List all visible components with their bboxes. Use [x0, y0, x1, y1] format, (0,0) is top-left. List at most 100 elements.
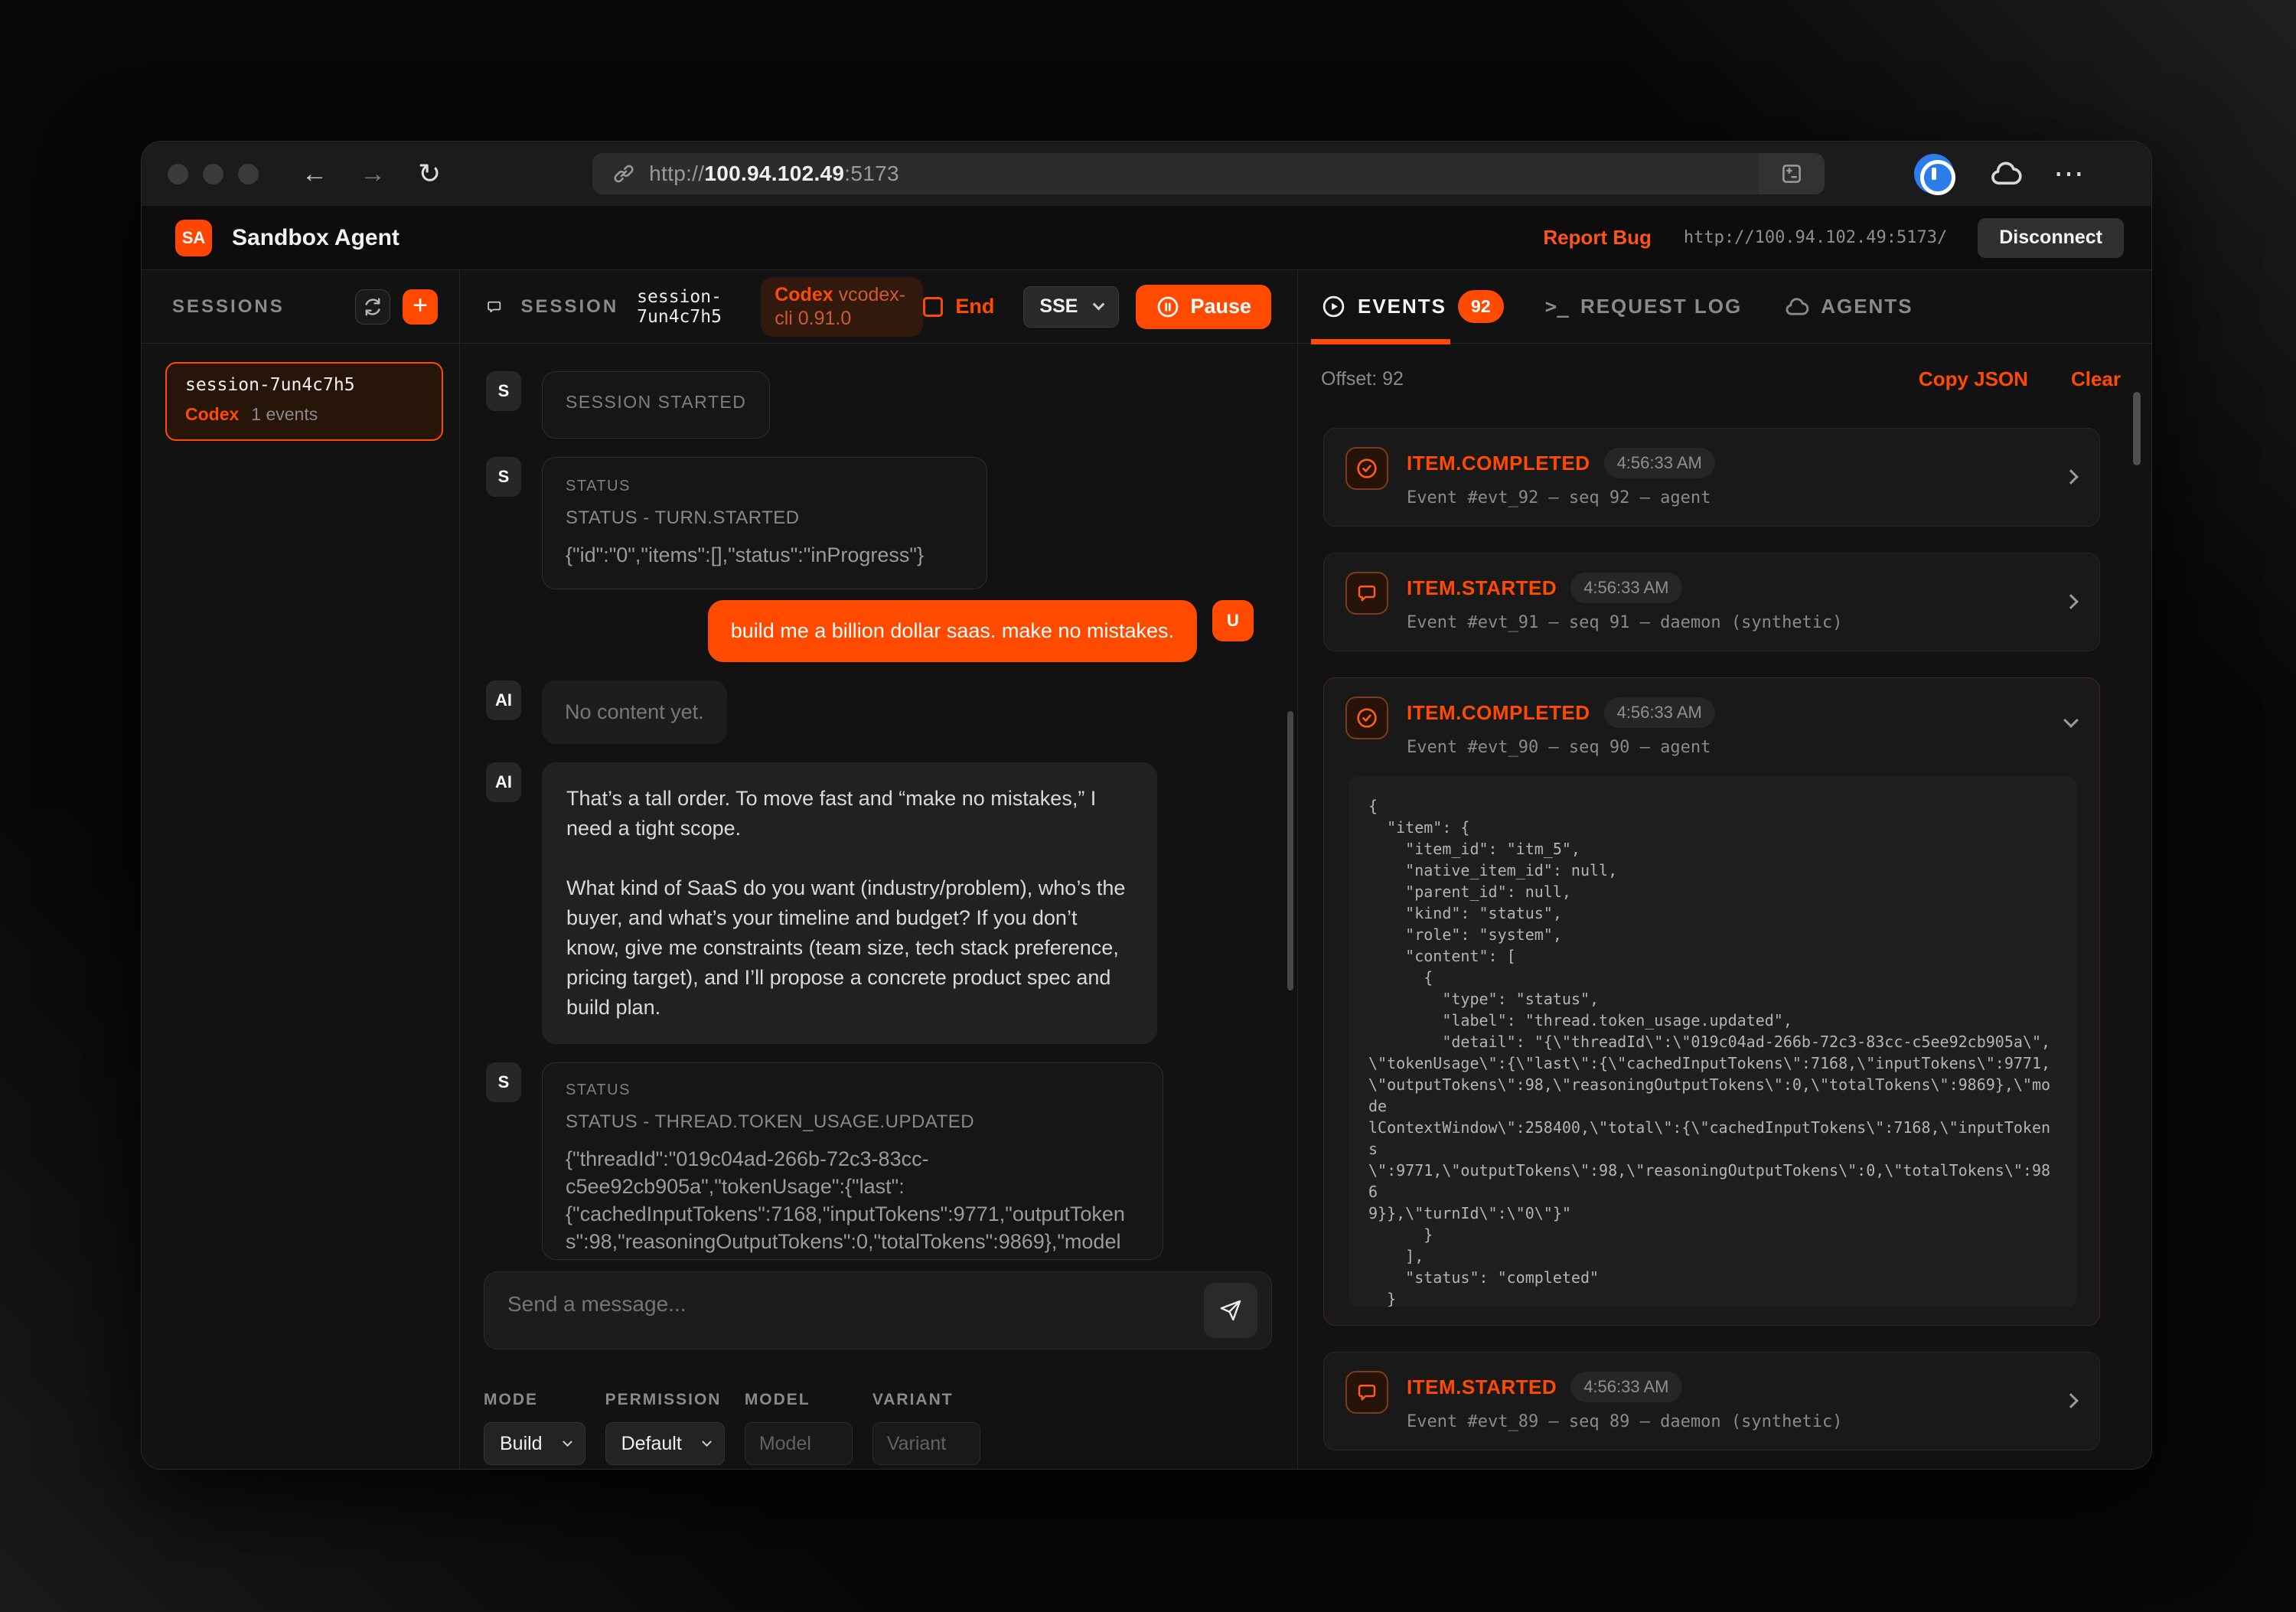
- events-toolbar: Offset: 92 Copy JSON Clear: [1298, 354, 2151, 403]
- system-avatar: S: [486, 457, 521, 497]
- chat-message-user: build me a billion dollar saas. make no …: [486, 600, 1297, 662]
- event-time: 4:56:33 AM: [1570, 1372, 1681, 1402]
- event-card-body: ITEM.STARTED 4:56:33 AM Event #evt_89 — …: [1407, 1371, 2078, 1431]
- tab-request-log[interactable]: >_ REQUEST LOG: [1545, 295, 1743, 318]
- events-scrollbar[interactable]: [2133, 392, 2141, 465]
- permission-select[interactable]: Default: [605, 1422, 725, 1465]
- events-count-badge: 92: [1458, 290, 1504, 323]
- browser-menu-icon[interactable]: ⋯: [2053, 156, 2086, 191]
- event-type: ITEM.STARTED: [1407, 576, 1557, 600]
- variant-label: VARIANT: [872, 1391, 980, 1409]
- sessions-sidebar: SESSIONS + session-7un4c7h5 Codex 1 even…: [142, 270, 460, 1469]
- agents-tab-label: AGENTS: [1821, 295, 1913, 318]
- cloud-sync-icon[interactable]: [1988, 161, 2023, 187]
- variant-input[interactable]: [872, 1422, 980, 1465]
- tab-agents[interactable]: AGENTS: [1783, 295, 1913, 318]
- variant-group: VARIANT: [872, 1391, 980, 1469]
- message-text: SESSION STARTED: [566, 392, 746, 412]
- event-summary: Event #evt_90 — seq 90 — agent: [1407, 738, 2078, 757]
- session-list-item[interactable]: session-7un4c7h5 Codex 1 events: [165, 362, 443, 441]
- events-panel: EVENTS 92 >_ REQUEST LOG AGENTS Offset: …: [1298, 270, 2151, 1469]
- event-json-payload: { "item": { "item_id": "itm_5", "native_…: [1349, 777, 2076, 1307]
- event-time: 4:56:33 AM: [1570, 573, 1681, 603]
- check-circle-icon: [1345, 697, 1388, 739]
- mode-value: Build: [500, 1433, 543, 1455]
- chat-message-status: S STATUS STATUS - THREAD.TOKEN_USAGE.UPD…: [486, 1062, 1297, 1260]
- status-title: STATUS: [566, 1082, 1140, 1099]
- forward-button[interactable]: →: [360, 159, 386, 189]
- browser-window: ← → ↻ http://100.94.102.49:5173 ⋯ SA: [141, 141, 2152, 1470]
- end-session-checkbox[interactable]: End: [923, 295, 994, 318]
- sessions-header: SESSIONS +: [142, 270, 459, 344]
- event-card[interactable]: ITEM.STARTED 4:56:33 AM Event #evt_91 — …: [1323, 553, 2100, 651]
- event-card-header: ITEM.STARTED 4:56:33 AM Event #evt_89 — …: [1345, 1371, 2078, 1431]
- event-type: ITEM.COMPLETED: [1407, 452, 1590, 475]
- events-tabs: EVENTS 92 >_ REQUEST LOG AGENTS: [1298, 270, 2151, 344]
- event-card-body: ITEM.COMPLETED 4:56:33 AM Event #evt_90 …: [1407, 697, 2078, 757]
- back-button[interactable]: ←: [302, 159, 328, 189]
- onepassword-extension-icon[interactable]: [1914, 154, 1954, 194]
- message-bubble: STATUS STATUS - THREAD.TOKEN_USAGE.UPDAT…: [542, 1062, 1163, 1260]
- chat-scrollbar[interactable]: [1287, 711, 1293, 990]
- check-circle-icon: [1345, 447, 1388, 490]
- url-bar[interactable]: http://100.94.102.49:5173: [592, 153, 1825, 194]
- chat-column: SESSION session-7un4c7h5 Codex vcodex-cl…: [460, 270, 1298, 1469]
- event-card-expanded[interactable]: ITEM.COMPLETED 4:56:33 AM Event #evt_90 …: [1323, 677, 2100, 1326]
- end-label: End: [955, 295, 994, 318]
- transport-select[interactable]: SSE: [1023, 286, 1119, 328]
- chat-transcript: S SESSION STARTED S STATUS STATUS - TURN…: [460, 344, 1297, 1271]
- ai-empty-bubble: No content yet.: [542, 680, 727, 744]
- session-header: SESSION session-7un4c7h5 Codex vcodex-cl…: [460, 270, 1297, 344]
- model-group: MODEL: [745, 1391, 853, 1469]
- terminal-icon: >_: [1545, 295, 1569, 318]
- link-icon: [612, 162, 635, 185]
- refresh-sessions-button[interactable]: [355, 289, 390, 325]
- disconnect-button[interactable]: Disconnect: [1978, 218, 2124, 258]
- event-card-header: ITEM.COMPLETED 4:56:33 AM Event #evt_92 …: [1345, 447, 2078, 507]
- message-input[interactable]: Send a message...: [484, 1271, 1272, 1349]
- ai-message-bubble: That’s a tall order. To move fast and “m…: [542, 762, 1157, 1044]
- model-input[interactable]: [745, 1422, 853, 1465]
- event-card[interactable]: ITEM.STARTED 4:56:33 AM Event #evt_89 — …: [1323, 1352, 2100, 1450]
- session-agent: Codex: [185, 404, 239, 425]
- close-window-button[interactable]: [168, 164, 188, 184]
- session-event-count: 1 events: [251, 404, 318, 425]
- zoom-window-button[interactable]: [238, 164, 259, 184]
- chevron-down-icon: [1093, 299, 1105, 311]
- event-card-header: ITEM.COMPLETED 4:56:33 AM Event #evt_90 …: [1345, 697, 2078, 757]
- pause-button[interactable]: Pause: [1136, 285, 1271, 329]
- chat-message-status: S STATUS STATUS - TURN.STARTED {"id":"0"…: [486, 457, 1297, 589]
- event-summary: Event #evt_92 — seq 92 — agent: [1407, 488, 2078, 507]
- chat-bubble-icon: [486, 294, 502, 319]
- reload-button[interactable]: ↻: [418, 158, 441, 190]
- new-session-button[interactable]: +: [403, 289, 438, 325]
- tab-events[interactable]: EVENTS 92: [1321, 290, 1504, 323]
- refresh-icon: [362, 296, 383, 318]
- chevron-down-icon: [563, 1437, 572, 1447]
- send-button[interactable]: [1204, 1283, 1257, 1338]
- message-bubble: SESSION STARTED: [542, 371, 770, 439]
- report-bug-link[interactable]: Report Bug: [1543, 226, 1652, 250]
- request-log-tab-label: REQUEST LOG: [1580, 295, 1742, 318]
- reader-controls-button[interactable]: [1759, 153, 1825, 194]
- event-card-header: ITEM.STARTED 4:56:33 AM Event #evt_91 — …: [1345, 572, 2078, 632]
- url-host: 100.94.102.49: [704, 162, 844, 185]
- system-avatar: S: [486, 1062, 521, 1102]
- url-port: :5173: [844, 162, 899, 185]
- minimize-window-button[interactable]: [203, 164, 223, 184]
- permission-group: PERMISSION Default: [605, 1391, 725, 1469]
- copy-json-button[interactable]: Copy JSON: [1919, 367, 2028, 391]
- clear-events-button[interactable]: Clear: [2071, 367, 2121, 391]
- url-scheme: http://: [649, 162, 704, 185]
- checkbox-icon: [923, 297, 943, 317]
- event-card-body: ITEM.STARTED 4:56:33 AM Event #evt_91 — …: [1407, 572, 2078, 632]
- session-id: session-7un4c7h5: [637, 287, 747, 327]
- event-card[interactable]: ITEM.COMPLETED 4:56:33 AM Event #evt_92 …: [1323, 428, 2100, 527]
- app-logo: SA: [175, 220, 212, 256]
- event-type: ITEM.COMPLETED: [1407, 701, 1590, 725]
- permission-label: PERMISSION: [605, 1391, 725, 1409]
- session-name: session-7un4c7h5: [185, 375, 423, 395]
- mode-select[interactable]: Build: [484, 1422, 585, 1465]
- window-controls: [142, 164, 259, 184]
- event-card-body: ITEM.COMPLETED 4:56:33 AM Event #evt_92 …: [1407, 447, 2078, 507]
